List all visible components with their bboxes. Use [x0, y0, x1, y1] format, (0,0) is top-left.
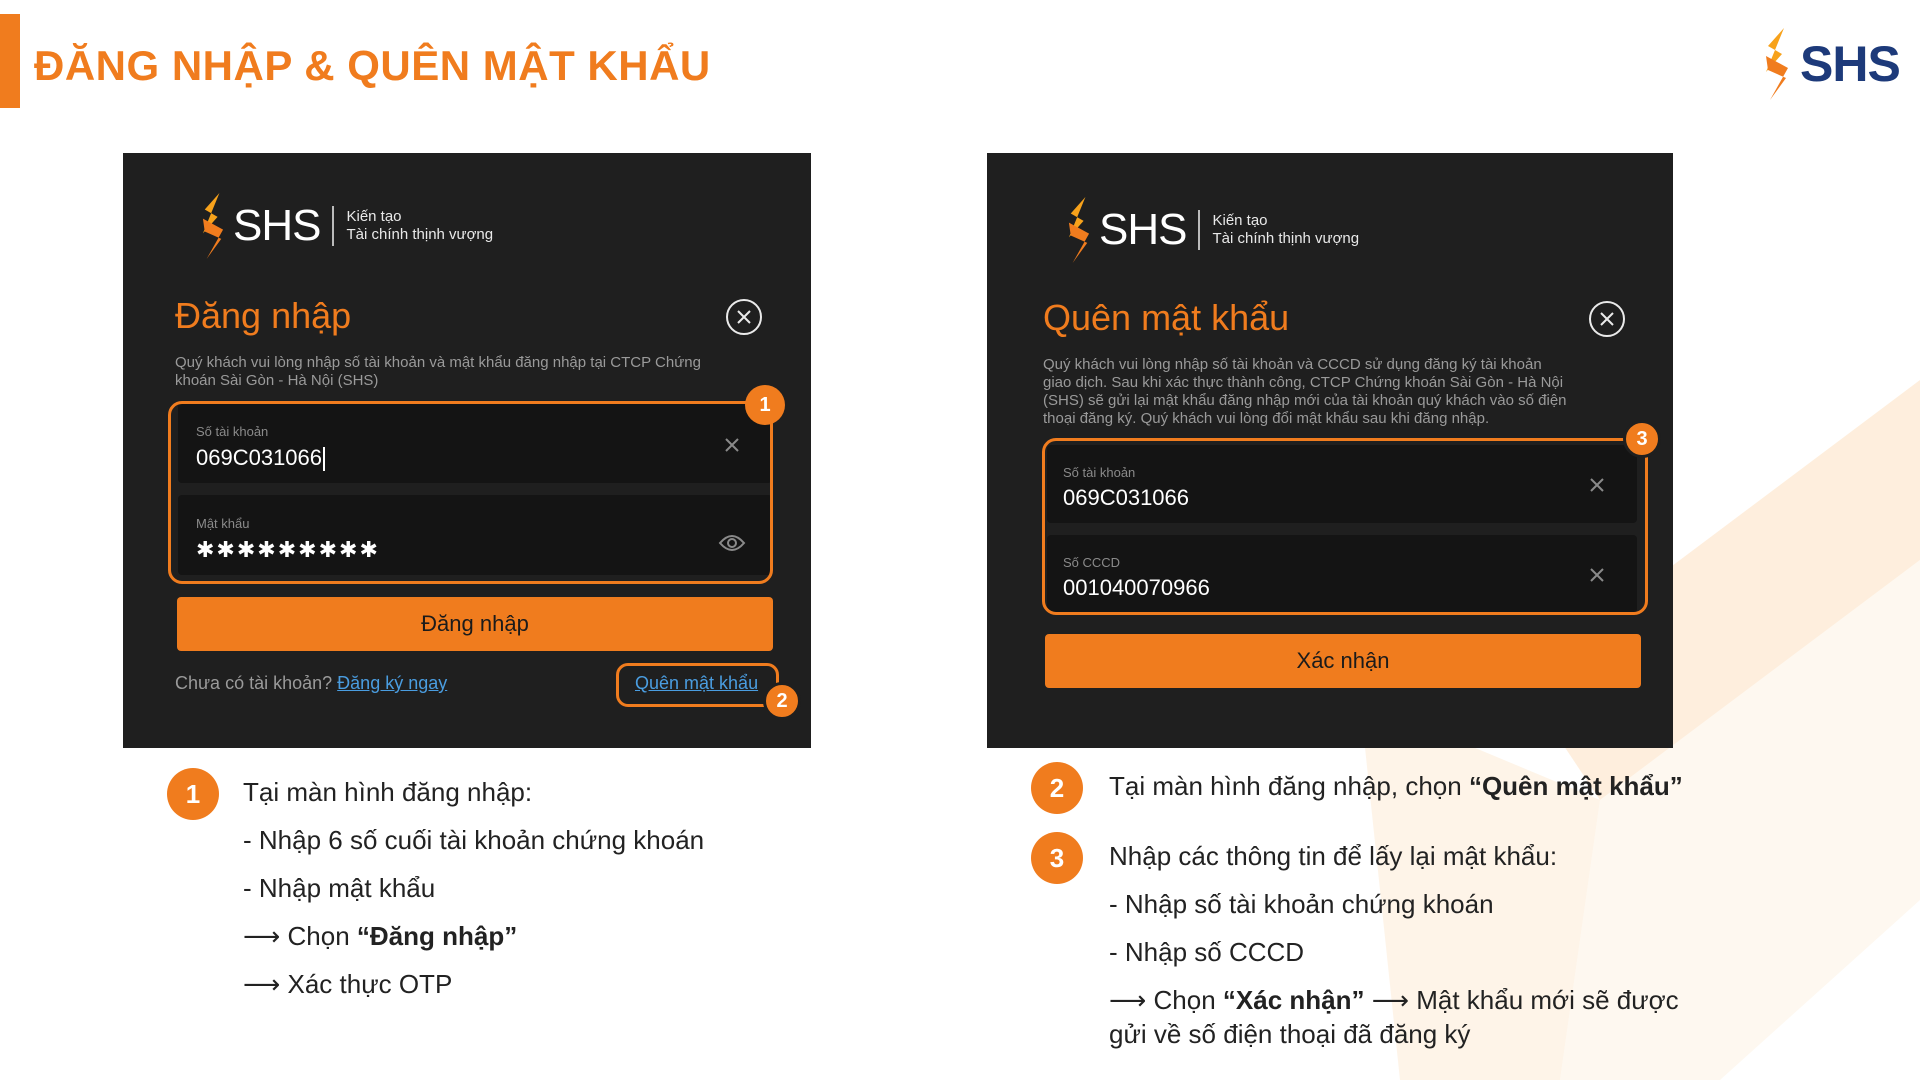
logo-divider: [1198, 210, 1201, 250]
login-panel: SHS Kiến tạo Tài chính thịnh vượng Đăng …: [123, 153, 811, 748]
instruction-line: ⟶ Xác thực OTP: [243, 969, 453, 999]
instruction-line: - Nhập 6 số cuối tài khoản chứng khoán: [243, 825, 705, 855]
instruction-line: Tại màn hình đăng nhập:: [243, 777, 533, 807]
instruction-bold-text: “Xác nhận”: [1222, 985, 1365, 1015]
forgot-description-line-3: (SHS) sẽ gửi lại mật khẩu đăng nhập mới …: [1043, 392, 1567, 409]
tagline-line-2: Tài chính thịnh vượng: [346, 226, 494, 243]
tagline-line-2: Tài chính thịnh vượng: [1212, 230, 1360, 247]
forgot-description-line-4: thoại đăng ký. Quý khách vui lòng đổi mậ…: [1043, 410, 1490, 427]
brand-logo: SHS: [1762, 28, 1901, 100]
brand-name: SHS: [1800, 36, 1901, 92]
instructions-left: Tại màn hình đăng nhập: - Nhập 6 số cuối…: [243, 775, 704, 1001]
instruction-line: - Nhập mật khẩu: [243, 873, 436, 903]
instruction-text: Tại màn hình đăng nhập, chọn: [1109, 771, 1469, 801]
logo-text: SHS: [233, 201, 321, 250]
forgot-password-panel: SHS Kiến tạo Tài chính thịnh vượng Quên …: [987, 153, 1673, 748]
close-icon[interactable]: [726, 299, 762, 335]
forgot-description: Quý khách vui lòng nhập số tài khoản và …: [1043, 356, 1643, 428]
instruction-badge-1: 1: [167, 768, 219, 820]
highlight-frame-step-2: [616, 663, 779, 707]
tagline-line-1: Kiến tạo: [1212, 212, 1268, 229]
login-description: Quý khách vui lòng nhập số tài khoản và …: [175, 354, 775, 390]
highlight-frame-step-1: [168, 401, 773, 584]
instruction-badge-2: 2: [1031, 762, 1083, 814]
forgot-panel-logo: SHS Kiến tạo Tài chính thịnh vượng: [1065, 197, 1359, 263]
highlight-frame-step-3: [1042, 438, 1648, 615]
instruction-text: ⟶ Chọn: [243, 921, 357, 951]
instruction-line: Nhập các thông tin để lấy lại mật khẩu:: [1109, 841, 1558, 871]
instruction-line: - Nhập số tài khoản chứng khoán: [1109, 889, 1494, 919]
shs-flame-icon: [202, 193, 224, 259]
instructions-right: Nhập các thông tin để lấy lại mật khẩu: …: [1109, 839, 1679, 1051]
instruction-line: ⟶ Chọn “Xác nhận” ⟶ Mật khẩu mới sẽ được: [1109, 983, 1679, 1017]
instruction-badge-3: 3: [1031, 832, 1083, 884]
step-badge-1: 1: [745, 385, 785, 425]
instruction-text: ⟶ Mật khẩu mới sẽ được: [1364, 985, 1679, 1015]
login-panel-logo: SHS Kiến tạo Tài chính thịnh vượng: [199, 193, 493, 259]
login-description-line-1: Quý khách vui lòng nhập số tài khoản và …: [175, 354, 701, 371]
logo-divider: [332, 206, 335, 246]
step-badge-2: 2: [763, 682, 801, 720]
instruction-line: gửi về số điện thoại đã đăng ký: [1109, 1019, 1471, 1049]
instruction-line: ⟶ Chọn “Đăng nhập”: [243, 919, 704, 953]
confirm-button[interactable]: Xác nhận: [1045, 634, 1641, 688]
forgot-description-line-2: giao dịch. Sau khi xác thực thành công, …: [1043, 374, 1564, 391]
register-row: Chưa có tài khoản? Đăng ký ngay: [175, 673, 447, 694]
no-account-text: Chưa có tài khoản?: [175, 673, 333, 693]
instruction-bold-text: “Quên mật khẩu”: [1468, 771, 1683, 801]
instruction-text: ⟶ Chọn: [1109, 985, 1223, 1015]
header-accent-bar: [0, 14, 20, 108]
tagline-line-1: Kiến tạo: [346, 208, 402, 225]
shs-flame-icon: [1068, 197, 1090, 263]
step-badge-3: 3: [1623, 420, 1661, 458]
instruction-line: - Nhập số CCCD: [1109, 937, 1305, 967]
logo-text: SHS: [1099, 205, 1187, 254]
login-title: Đăng nhập: [175, 295, 352, 336]
page-title: ĐĂNG NHẬP & QUÊN MẬT KHẨU: [34, 42, 711, 89]
register-link[interactable]: Đăng ký ngay: [337, 673, 447, 693]
close-icon[interactable]: [1589, 301, 1625, 337]
logo-tagline: Kiến tạo Tài chính thịnh vượng: [1212, 212, 1359, 248]
forgot-description-line-1: Quý khách vui lòng nhập số tài khoản và …: [1043, 356, 1542, 373]
instruction-bold-text: “Đăng nhập”: [356, 921, 518, 951]
forgot-title: Quên mật khẩu: [1043, 297, 1290, 338]
login-description-line-2: khoán Sài Gòn - Hà Nội (SHS): [175, 372, 379, 389]
shs-flame-icon: [1766, 28, 1788, 100]
login-button[interactable]: Đăng nhập: [177, 597, 773, 651]
logo-tagline: Kiến tạo Tài chính thịnh vượng: [346, 208, 493, 244]
instruction-step-2: Tại màn hình đăng nhập, chọn “Quên mật k…: [1109, 769, 1683, 803]
